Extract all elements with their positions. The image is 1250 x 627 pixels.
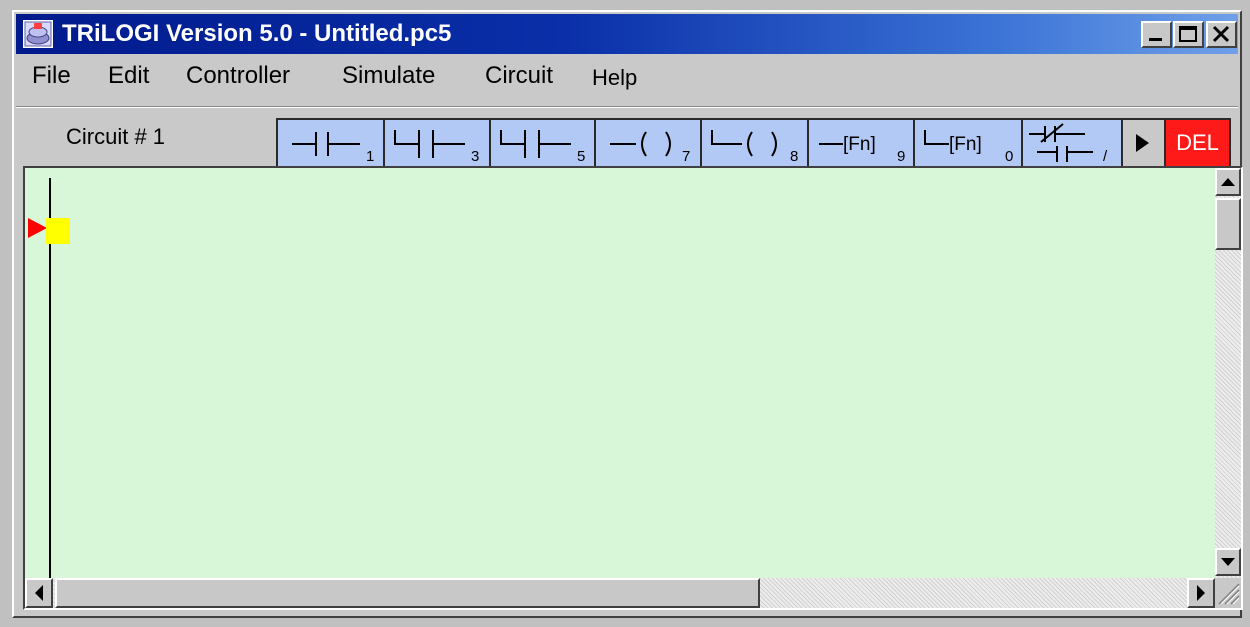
tool-run[interactable] xyxy=(1123,120,1166,166)
contact-series-icon: 1 xyxy=(292,132,374,165)
tool-key-3: 3 xyxy=(471,148,479,165)
menu-help[interactable]: Help xyxy=(592,65,637,91)
ladder-editor-frame xyxy=(23,166,1243,610)
tool-key-7: 7 xyxy=(682,148,690,165)
ladder-canvas[interactable] xyxy=(25,168,1215,578)
not-contact-icon: / xyxy=(1029,123,1108,165)
scroll-right-button[interactable] xyxy=(1187,578,1215,608)
app-icon[interactable] xyxy=(23,20,53,48)
minimize-icon xyxy=(1149,38,1162,41)
tool-key-1: 1 xyxy=(366,148,374,165)
menu-bar: File Edit Controller Simulate Circuit He… xyxy=(16,56,1238,98)
menu-simulate[interactable]: Simulate xyxy=(342,62,435,90)
scroll-down-button[interactable] xyxy=(1215,548,1241,576)
arrow-up-icon xyxy=(1221,178,1235,186)
function-parallel-icon: [Fn] 0 xyxy=(924,130,1013,165)
arrow-right-icon xyxy=(1197,585,1205,601)
tool-key-slash: / xyxy=(1103,148,1108,165)
arrow-down-icon xyxy=(1221,558,1235,566)
maximize-button[interactable] xyxy=(1173,21,1204,48)
tool-not-contact[interactable]: / xyxy=(1023,120,1123,166)
close-button[interactable] xyxy=(1206,21,1237,48)
resize-grip[interactable] xyxy=(1215,578,1241,608)
scroll-left-button[interactable] xyxy=(25,578,53,608)
tool-coil[interactable]: 7 xyxy=(596,120,702,166)
main-window: TRiLOGI Version 5.0 - Untitled.pc5 File … xyxy=(12,10,1243,618)
window-title: TRiLOGI Version 5.0 - Untitled.pc5 xyxy=(62,20,452,47)
arrow-left-icon xyxy=(35,585,43,601)
tool-key-9: 9 xyxy=(897,148,905,165)
tool-key-0: 0 xyxy=(1005,148,1013,165)
function-icon: [Fn] 9 xyxy=(819,134,905,165)
contact-branch-icon: 5 xyxy=(500,130,585,165)
horizontal-scrollbar[interactable] xyxy=(25,578,1215,608)
resize-grip-icon xyxy=(1218,583,1240,605)
menu-file[interactable]: File xyxy=(32,62,71,90)
play-icon xyxy=(1136,134,1149,152)
horizontal-scroll-thumb[interactable] xyxy=(55,578,760,608)
circuit-number-label: Circuit # 1 xyxy=(66,124,166,149)
close-icon xyxy=(1212,25,1230,43)
title-bar[interactable]: TRiLOGI Version 5.0 - Untitled.pc5 xyxy=(16,14,1238,54)
ladder-toolbar: 1 3 5 7 8 [Fn] 9 [Fn] 0 / DEL xyxy=(276,118,1231,168)
tool-fn-text: [Fn] xyxy=(843,134,876,155)
edit-cursor[interactable] xyxy=(46,218,70,244)
menu-controller[interactable]: Controller xyxy=(186,62,290,90)
menu-circuit[interactable]: Circuit xyxy=(485,62,553,90)
vertical-scroll-thumb[interactable] xyxy=(1215,198,1241,250)
tool-key-8: 8 xyxy=(790,148,798,165)
tool-function[interactable]: [Fn] 9 xyxy=(809,120,915,166)
tool-coil-parallel[interactable]: 8 xyxy=(702,120,809,166)
contact-parallel-icon: 3 xyxy=(394,130,479,165)
coil-icon: 7 xyxy=(610,131,690,165)
tool-fn-parallel-text: [Fn] xyxy=(949,134,982,155)
tool-function-parallel[interactable]: [Fn] 0 xyxy=(915,120,1023,166)
tool-key-5: 5 xyxy=(577,148,585,165)
maximize-icon xyxy=(1179,26,1197,42)
delete-button[interactable]: DEL xyxy=(1166,120,1229,166)
menu-edit[interactable]: Edit xyxy=(108,62,149,90)
coil-parallel-icon: 8 xyxy=(711,130,798,165)
scroll-up-button[interactable] xyxy=(1215,168,1241,196)
menu-separator xyxy=(16,106,1238,108)
tool-contact-series[interactable]: 1 xyxy=(278,120,385,166)
minimize-button[interactable] xyxy=(1141,21,1172,48)
tool-contact-parallel[interactable]: 3 xyxy=(385,120,491,166)
vertical-scrollbar[interactable] xyxy=(1215,168,1241,578)
tool-contact-branch[interactable]: 5 xyxy=(491,120,596,166)
